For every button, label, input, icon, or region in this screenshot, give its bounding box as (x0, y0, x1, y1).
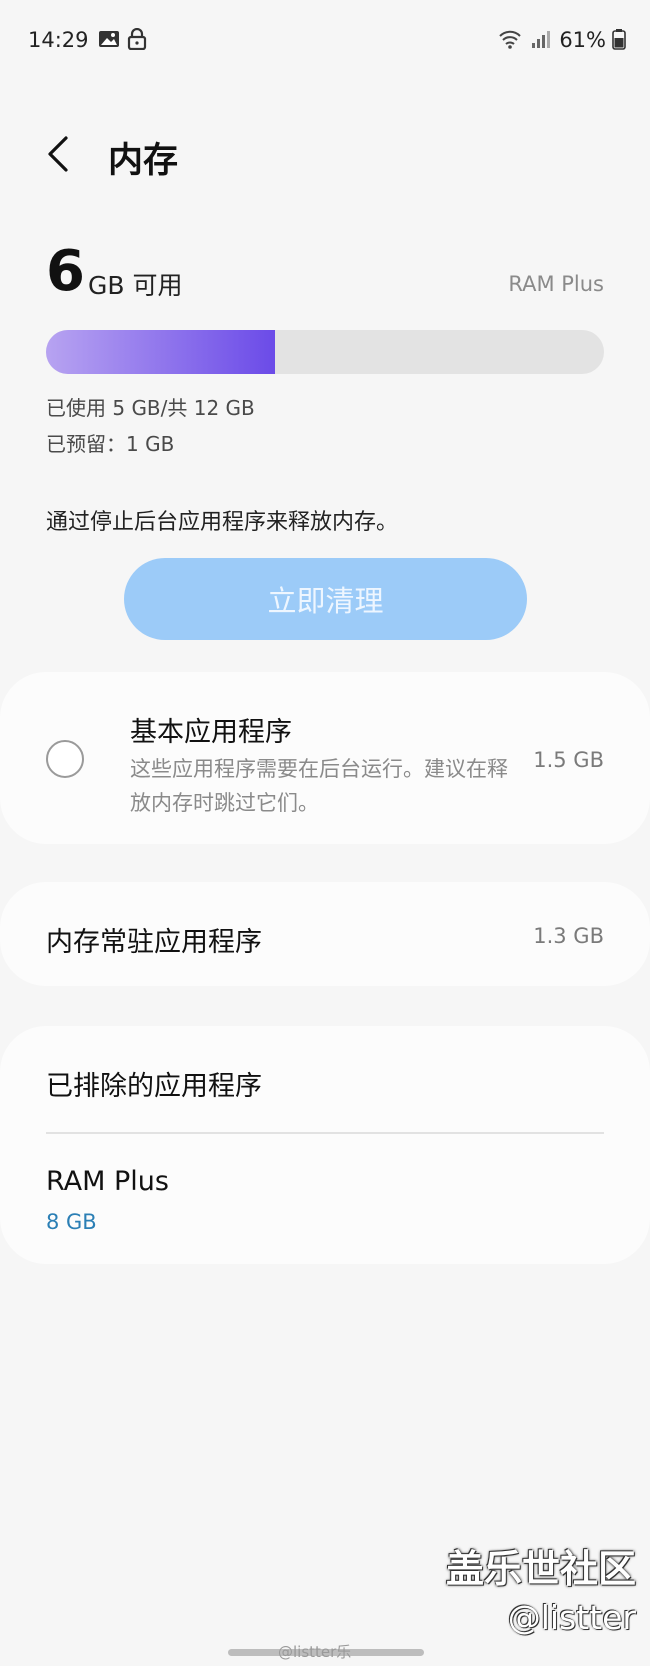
watermark-weibo: @listter乐 (278, 1643, 352, 1661)
cleanup-hint: 通过停止后台应用程序来释放内存。 (46, 510, 399, 535)
available-memory-number: 6 (46, 239, 85, 304)
signal-icon (530, 28, 552, 50)
memory-usage-fill (46, 330, 275, 374)
memory-screen: 14:29 61% 内存 6 GB 可用 RAM Plus 已使用 5 GB/共… (0, 0, 650, 1666)
memory-reserved-text: 已预留：1 GB (46, 432, 175, 456)
page-title: 内存 (108, 141, 179, 181)
available-memory-unit: GB 可用 (88, 271, 183, 300)
status-time: 14:29 (28, 28, 89, 52)
chevron-left-icon (48, 136, 68, 172)
watermark-handle: @listter (507, 1598, 636, 1637)
wifi-icon (498, 28, 521, 50)
battery-percent: 61% (559, 28, 606, 52)
status-bar: 14:29 61% (0, 22, 650, 58)
basic-apps-title: 基本应用程序 (130, 717, 292, 748)
image-icon (98, 28, 120, 50)
battery-icon (612, 28, 626, 50)
basic-apps-size: 1.5 GB (533, 748, 604, 772)
clean-now-button[interactable]: 立即清理 (124, 558, 527, 640)
basic-apps-description: 这些应用程序需要在后台运行。建议在释放内存时跳过它们。 (130, 757, 508, 815)
lock-icon (126, 27, 148, 51)
ram-plus-link[interactable]: RAM Plus (508, 272, 604, 296)
resident-apps-size: 1.3 GB (533, 924, 604, 948)
ram-plus-value: 8 GB (46, 1210, 97, 1234)
resident-apps-title: 内存常驻应用程序 (46, 927, 262, 958)
back-button[interactable] (40, 132, 80, 176)
divider (46, 1132, 604, 1134)
ram-plus-item[interactable]: RAM Plus (46, 1166, 169, 1197)
excluded-apps-item[interactable]: 已排除的应用程序 (46, 1064, 262, 1103)
settings-group-card (0, 1026, 650, 1264)
watermark-forum: 盖乐世社区 (445, 1547, 636, 1591)
memory-used-text: 已使用 5 GB/共 12 GB (46, 396, 255, 420)
memory-usage-bar (46, 330, 604, 374)
basic-apps-radio[interactable] (46, 740, 84, 778)
